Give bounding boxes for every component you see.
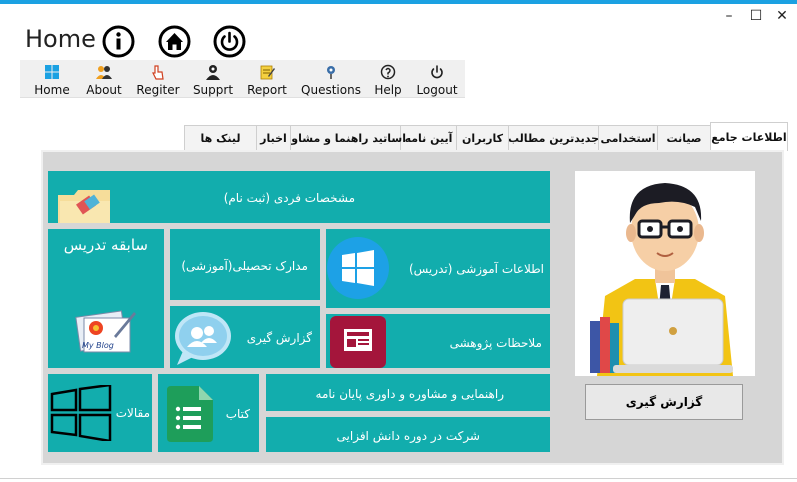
tile-educational-documents[interactable]: مدارک تحصیلی(آموزشی)	[170, 229, 320, 300]
menu-item-report[interactable]: Report	[244, 60, 290, 98]
menu-item-questions[interactable]: Questions	[300, 60, 362, 98]
tile-book[interactable]: کتاب	[158, 374, 259, 452]
report-button[interactable]: گزارش گیری	[585, 384, 743, 420]
page-title: Home	[25, 25, 96, 53]
tile-training-course[interactable]: شرکت در دوره دانش افزایی	[266, 417, 550, 452]
menu-label: Supprt	[192, 83, 234, 97]
tile-label: شرکت در دوره دانش افزایی	[336, 429, 480, 443]
menu-label: Questions	[301, 83, 361, 97]
folder-icon	[56, 187, 112, 228]
tile-label: مدارک تحصیلی(آموزشی)	[181, 259, 308, 273]
tab-advisors[interactable]: اساتید راهنما و مشاور	[285, 125, 406, 151]
pointer-icon	[150, 64, 166, 80]
profile-illustration	[575, 171, 755, 376]
window-bottom-border	[0, 478, 797, 479]
tile-label: اطلاعات آموزشی (تدریس)	[408, 262, 544, 276]
tile-articles[interactable]: مقالات	[48, 374, 152, 452]
tile-label: ملاحظات پژوهشی	[449, 336, 542, 350]
tab-links[interactable]: لینک ها	[184, 125, 257, 151]
tab-latest-posts[interactable]: جدیدترین مطالب	[508, 125, 599, 151]
chat-icon	[173, 309, 233, 370]
tile-label: مقالات	[115, 406, 150, 420]
tab-general-info[interactable]: اطلاعات جامع	[710, 122, 788, 151]
tile-personal-info[interactable]: مشخصات فردی (ثبت نام)	[48, 171, 550, 223]
tile-label: کتاب	[225, 407, 250, 421]
minimize-button[interactable]: –	[718, 6, 740, 26]
windows-logo-icon	[326, 236, 390, 303]
tile-label: مشخصات فردی (ثبت نام)	[223, 191, 355, 205]
tile-thesis-guidance[interactable]: راهنمایی و مشاوره و داوری پایان نامه	[266, 374, 550, 411]
tile-teaching-history[interactable]: سابقه تدریس My Blog	[48, 229, 164, 368]
maximize-button[interactable]: ☐	[745, 6, 767, 26]
power-icon	[429, 64, 445, 80]
avatar	[590, 183, 733, 376]
tile-label: سابقه تدریس	[63, 236, 148, 254]
menu-item-help[interactable]: Help	[370, 60, 406, 98]
news-icon	[330, 316, 386, 371]
menu-label: Help	[374, 83, 402, 97]
tab-protection[interactable]: صیانت	[657, 125, 711, 151]
top-accent-bar	[0, 0, 797, 4]
tab-bar: اطلاعات جامع صیانت استخدامی جدیدترین مطا…	[184, 122, 788, 151]
menu-item-logout[interactable]: Logout	[414, 60, 460, 98]
menu-label: Logout	[416, 83, 458, 97]
help-icon	[380, 64, 396, 80]
menu-label: Report	[247, 83, 287, 97]
menu-item-about[interactable]: About	[82, 60, 126, 98]
report-icon	[259, 64, 275, 80]
sheets-icon	[167, 386, 213, 445]
power-icon[interactable]	[213, 25, 246, 58]
people-icon	[96, 64, 112, 80]
tab-employment[interactable]: استخدامی	[598, 125, 658, 151]
blog-caption: My Blog	[82, 341, 114, 350]
home-icon[interactable]	[158, 25, 191, 58]
tile-reporting[interactable]: گزارش گیری	[170, 306, 320, 368]
menu-bar: Home About Regiter Supprt Report Questio…	[20, 60, 465, 98]
info-icon[interactable]	[102, 25, 135, 58]
tile-research-notes[interactable]: ملاحظات پژوهشی	[326, 314, 550, 368]
windows-outline-icon	[50, 383, 112, 444]
tab-users[interactable]: کاربران	[456, 125, 509, 151]
menu-label: Regiter	[136, 83, 180, 97]
user-icon	[205, 64, 221, 80]
tile-label: راهنمایی و مشاوره و داوری پایان نامه	[315, 387, 504, 401]
tile-label: گزارش گیری	[246, 331, 312, 345]
tile-education-info[interactable]: اطلاعات آموزشی (تدریس)	[326, 229, 550, 308]
menu-item-support[interactable]: Supprt	[190, 60, 236, 98]
menu-item-home[interactable]: Home	[30, 60, 74, 98]
question-icon	[323, 64, 339, 80]
tab-news[interactable]: اخبار	[256, 125, 291, 151]
close-button[interactable]: ✕	[771, 6, 793, 26]
tab-regulations[interactable]: آیین نامه	[400, 125, 457, 151]
windows-icon	[44, 64, 60, 80]
menu-label: Home	[34, 83, 70, 97]
menu-item-register[interactable]: Regiter	[134, 60, 182, 98]
menu-label: About	[86, 83, 122, 97]
